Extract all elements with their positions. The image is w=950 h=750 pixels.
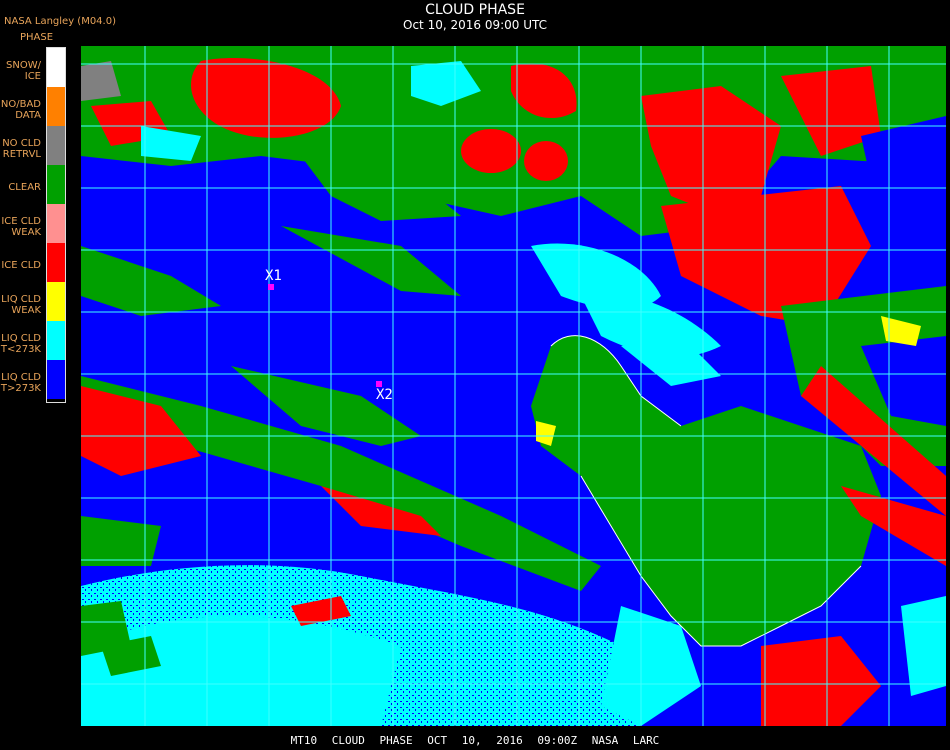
legend-label-liq-cld-weak: LIQ CLD WEAK — [1, 294, 41, 316]
legend-label-clear: CLEAR — [8, 182, 41, 193]
cloud-phase-map — [81, 46, 946, 726]
marker-label-x1: X1 — [265, 268, 282, 284]
legend-label-snow-ice: SNOW/ ICE — [6, 60, 41, 82]
marker-dot-x1 — [268, 284, 274, 290]
legend-label-ice-cld: ICE CLD — [1, 260, 41, 271]
legend-swatch-clear — [47, 165, 65, 204]
legend-swatch-ice-cld-weak — [47, 204, 65, 243]
map-datetime: Oct 10, 2016 09:00 UTC — [403, 18, 547, 32]
legend-label-ice-cld-weak: ICE CLD WEAK — [1, 216, 41, 238]
footer-caption: MT10 CLOUD PHASE OCT 10, 2016 09:00Z NAS… — [290, 734, 660, 747]
legend-label-liq-cld-warm: LIQ CLD T>273K — [0, 372, 41, 394]
legend-label-liq-cld-cold: LIQ CLD T<273K — [0, 333, 41, 355]
legend-title: PHASE — [20, 32, 54, 43]
marker-label-x2: X2 — [376, 387, 393, 403]
legend-swatch-snow-ice — [47, 48, 65, 87]
legend-swatch-liq-cld-cold — [47, 321, 65, 360]
legend-label-no-bad-data: NO/BAD DATA — [0, 99, 41, 121]
legend-swatch-ice-cld — [47, 243, 65, 282]
legend-swatch-liq-cld-warm — [47, 360, 65, 399]
legend-swatch-liq-cld-weak — [47, 282, 65, 321]
legend-swatch-no-bad-data — [47, 87, 65, 126]
legend-swatch-no-cld-retrvl — [47, 126, 65, 165]
source-label: NASA Langley (M04.0) — [4, 16, 116, 27]
map-title: CLOUD PHASE — [425, 2, 525, 18]
legend-label-no-cld-retrvl: NO CLD RETRVL — [2, 138, 41, 160]
legend-colorbar — [46, 47, 66, 403]
